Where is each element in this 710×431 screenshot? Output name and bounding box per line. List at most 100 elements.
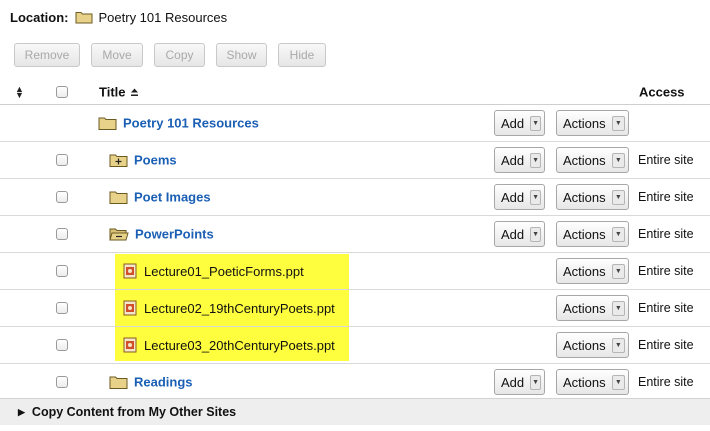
table-row: Lecture03_20thCenturyPoets.ppt Actions ▼… — [0, 327, 710, 364]
show-button[interactable]: Show — [216, 43, 267, 67]
copy-button[interactable]: Copy — [154, 43, 205, 67]
file-link[interactable]: Lecture01_PoeticForms.ppt — [144, 264, 304, 279]
access-value: Entire site — [638, 264, 694, 278]
folder-icon — [109, 190, 128, 205]
access-column-header: Access — [639, 84, 685, 99]
title-header-label: Title — [99, 84, 126, 99]
table-row: Readings Add ▼ Actions ▼ Entire site — [0, 364, 710, 401]
add-dropdown-label: Add — [501, 226, 525, 242]
name-cell: Readings — [109, 375, 193, 390]
ppt-file-icon — [123, 263, 138, 279]
file-link[interactable]: Lecture03_20thCenturyPoets.ppt — [144, 338, 335, 353]
access-value: Entire site — [638, 375, 694, 389]
actions-dropdown[interactable]: Actions ▼ — [556, 147, 629, 173]
table-row: Lecture02_19thCenturyPoets.ppt Actions ▼… — [0, 290, 710, 327]
actions-dropdown-label: Actions — [563, 300, 606, 316]
access-value: Entire site — [638, 190, 694, 204]
table-row: Poetry 101 Resources Add ▼ Actions ▼ — [0, 105, 710, 142]
add-dropdown[interactable]: Add ▼ — [494, 110, 545, 136]
add-dropdown-label: Add — [501, 374, 525, 390]
sort-ascending-icon — [130, 87, 139, 96]
actions-dropdown[interactable]: Actions ▼ — [556, 332, 629, 358]
chevron-down-icon: ▼ — [611, 263, 625, 279]
chevron-right-icon: ▶ — [18, 406, 25, 417]
access-value: Entire site — [638, 301, 694, 315]
chevron-down-icon: ▼ — [530, 226, 541, 242]
actions-dropdown[interactable]: Actions ▼ — [556, 295, 629, 321]
actions-dropdown-label: Actions — [563, 374, 606, 390]
row-checkbox[interactable] — [56, 302, 68, 314]
access-value: Entire site — [638, 153, 694, 167]
actions-dropdown[interactable]: Actions ▼ — [556, 369, 629, 395]
add-dropdown-label: Add — [501, 189, 525, 205]
actions-dropdown-label: Actions — [563, 226, 606, 242]
access-value: Entire site — [638, 338, 694, 352]
folder-expand-icon[interactable] — [109, 153, 128, 168]
location-breadcrumb: Location: Poetry 101 Resources — [10, 8, 227, 26]
move-button[interactable]: Move — [91, 43, 143, 67]
sort-arrows-icon[interactable]: ▲ ▼ — [15, 84, 24, 99]
row-checkbox[interactable] — [56, 376, 68, 388]
chevron-down-icon: ▼ — [611, 337, 625, 353]
remove-button[interactable]: Remove — [14, 43, 80, 67]
name-cell: Poetry 101 Resources — [98, 116, 259, 131]
copy-content-toggle[interactable]: ▶ Copy Content from My Other Sites — [0, 398, 710, 425]
row-checkbox[interactable] — [56, 191, 68, 203]
table-header: ▲ ▼ Title Access — [0, 79, 710, 105]
row-checkbox[interactable] — [56, 339, 68, 351]
chevron-down-icon: ▼ — [530, 152, 541, 168]
actions-dropdown[interactable]: Actions ▼ — [556, 221, 629, 247]
add-dropdown-label: Add — [501, 115, 525, 131]
copy-content-label: Copy Content from My Other Sites — [31, 405, 237, 419]
folder-link[interactable]: Poet Images — [134, 190, 211, 205]
folder-icon — [98, 116, 117, 131]
file-link[interactable]: Lecture02_19thCenturyPoets.ppt — [144, 301, 335, 316]
chevron-down-icon: ▼ — [611, 189, 625, 205]
add-dropdown-label: Add — [501, 152, 525, 168]
folder-open-icon[interactable] — [109, 227, 129, 242]
table-row: Poet Images Add ▼ Actions ▼ Entire site — [0, 179, 710, 216]
ppt-file-icon — [123, 300, 138, 316]
folder-link[interactable]: Readings — [134, 375, 193, 390]
row-checkbox[interactable] — [56, 154, 68, 166]
chevron-down-icon: ▼ — [611, 115, 625, 131]
actions-dropdown-label: Actions — [563, 263, 606, 279]
hide-button[interactable]: Hide — [278, 43, 326, 67]
title-column-header[interactable]: Title — [99, 84, 139, 99]
add-dropdown[interactable]: Add ▼ — [494, 221, 545, 247]
add-dropdown[interactable]: Add ▼ — [494, 184, 545, 210]
table-row: Lecture01_PoeticForms.ppt Actions ▼ Enti… — [0, 253, 710, 290]
folder-link[interactable]: Poetry 101 Resources — [123, 116, 259, 131]
chevron-down-icon: ▼ — [530, 189, 541, 205]
location-label: Location: — [10, 9, 69, 25]
chevron-down-icon: ▼ — [530, 115, 541, 131]
add-dropdown[interactable]: Add ▼ — [494, 369, 545, 395]
chevron-down-icon: ▼ — [611, 374, 625, 390]
row-checkbox[interactable] — [56, 228, 68, 240]
location-path: Poetry 101 Resources — [98, 9, 228, 25]
folder-link[interactable]: Poems — [134, 153, 177, 168]
folder-icon — [75, 10, 93, 24]
actions-dropdown-label: Actions — [563, 152, 606, 168]
actions-dropdown[interactable]: Actions ▼ — [556, 184, 629, 210]
chevron-down-icon: ▼ — [530, 374, 541, 390]
access-value: Entire site — [638, 227, 694, 241]
name-cell: Lecture01_PoeticForms.ppt — [123, 263, 304, 279]
name-cell: Lecture03_20thCenturyPoets.ppt — [123, 337, 335, 353]
name-cell: Lecture02_19thCenturyPoets.ppt — [123, 300, 335, 316]
add-dropdown[interactable]: Add ▼ — [494, 147, 545, 173]
select-all-checkbox[interactable] — [56, 85, 68, 98]
toolbar: Remove Move Copy Show Hide — [14, 43, 326, 67]
actions-dropdown[interactable]: Actions ▼ — [556, 110, 629, 136]
table-row: PowerPoints Add ▼ Actions ▼ Entire site — [0, 216, 710, 253]
chevron-down-icon: ▼ — [611, 152, 625, 168]
chevron-down-icon: ▼ — [611, 226, 625, 242]
table-row: Poems Add ▼ Actions ▼ Entire site — [0, 142, 710, 179]
name-cell: Poet Images — [109, 190, 211, 205]
actions-dropdown[interactable]: Actions ▼ — [556, 258, 629, 284]
row-checkbox[interactable] — [56, 265, 68, 277]
actions-dropdown-label: Actions — [563, 189, 606, 205]
resources-table: ▲ ▼ Title Access Poetry 101 Resources Add… — [0, 79, 710, 401]
ppt-file-icon — [123, 337, 138, 353]
folder-link[interactable]: PowerPoints — [135, 227, 214, 242]
